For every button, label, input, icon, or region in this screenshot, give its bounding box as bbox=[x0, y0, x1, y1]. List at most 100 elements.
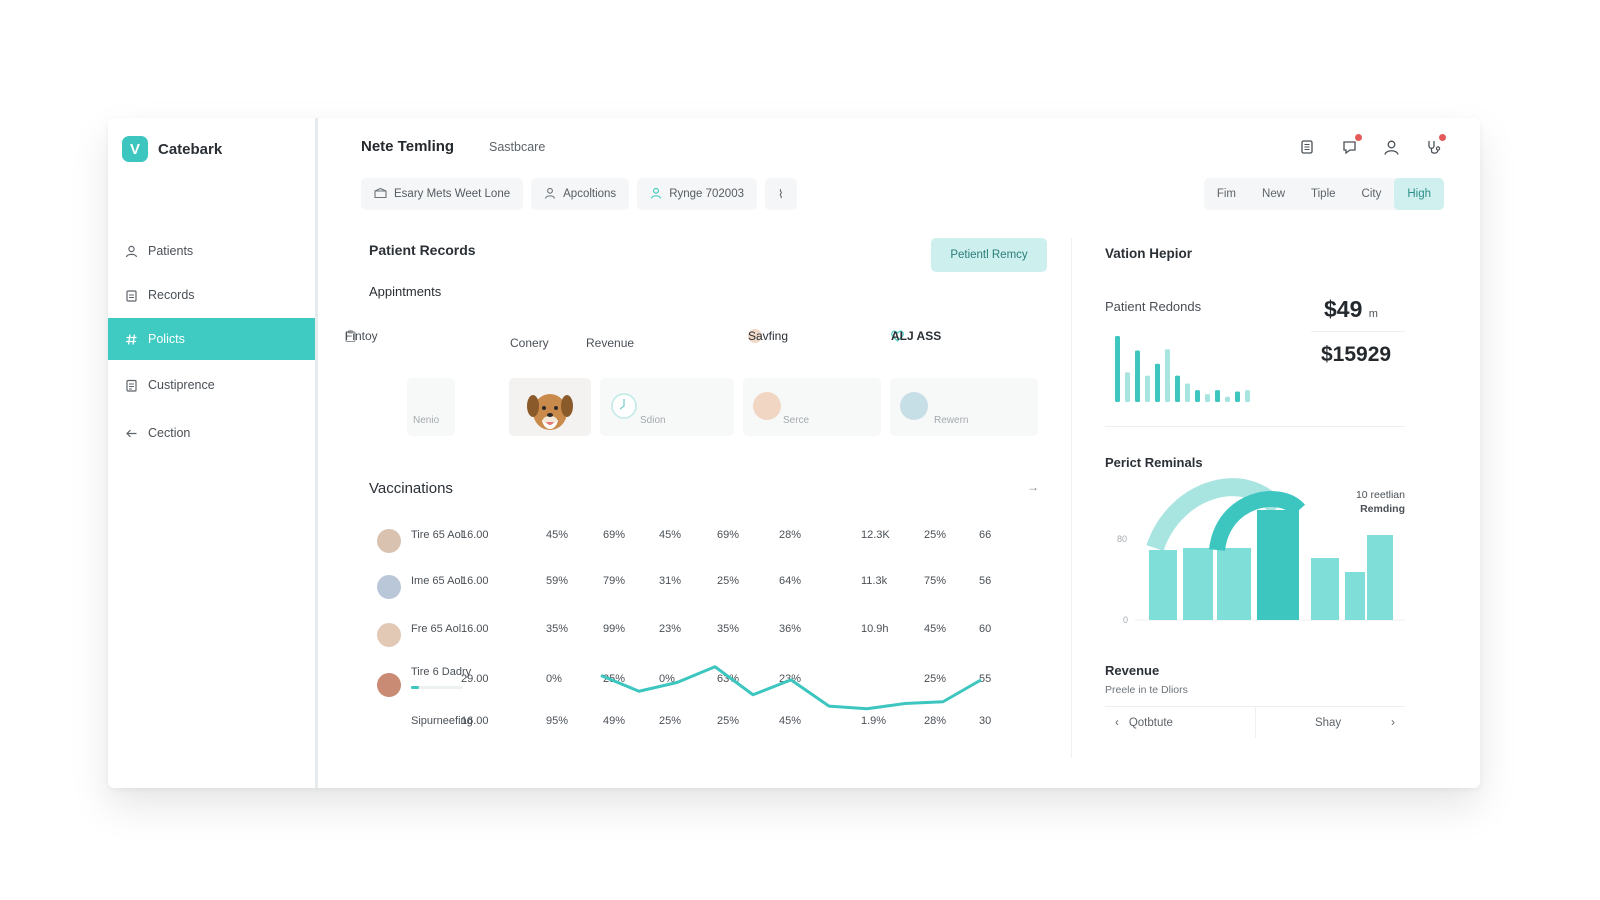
chip-esary[interactable]: Esary Mets Weet Lone bbox=[361, 178, 524, 210]
table-cell: 45% bbox=[546, 529, 569, 541]
table-cell: 75% bbox=[924, 575, 947, 587]
sidebar-item-custiprence[interactable]: Custiprence bbox=[108, 364, 315, 406]
divider bbox=[1071, 238, 1072, 758]
mini-bar bbox=[1185, 383, 1190, 402]
table-cell: 16.00 bbox=[461, 575, 489, 587]
avatar bbox=[377, 575, 401, 599]
logo[interactable]: V Catebark bbox=[122, 136, 222, 162]
patient-remcy-button[interactable]: Petientl Remcy bbox=[931, 238, 1047, 272]
app-name: Catebark bbox=[158, 140, 223, 158]
table-row[interactable]: Tire 65 Aol 16.00 45% 69% 45% 69% 28% 12.3K 25% 6… bbox=[369, 516, 1049, 556]
sidebar-item-policts[interactable]: Policts bbox=[108, 318, 315, 360]
vaccinations-more-arrow[interactable]: → bbox=[1027, 480, 1039, 494]
box-icon bbox=[374, 187, 387, 202]
sidebar-item-label: Policts bbox=[148, 332, 185, 346]
chevron-left-icon: ‹ bbox=[1115, 716, 1119, 729]
filter-label: Savfing bbox=[748, 329, 789, 343]
filter-chips: Esary Mets Weet Lone Apcoltions Rynge 70… bbox=[361, 178, 797, 210]
table-cell: 66 bbox=[979, 529, 992, 541]
y-tick-label: 80 bbox=[1117, 534, 1127, 544]
trend-line bbox=[600, 665, 982, 711]
avatar bbox=[377, 623, 401, 647]
table-cell: 45% bbox=[659, 529, 682, 541]
pager-next[interactable]: Shay › bbox=[1256, 707, 1406, 738]
progress-bar bbox=[411, 686, 463, 689]
mini-bar bbox=[1155, 363, 1160, 402]
filter-label: Fintoy bbox=[345, 329, 378, 343]
person-icon bbox=[124, 244, 138, 258]
mini-bar bbox=[1205, 394, 1210, 402]
mini-bar bbox=[1245, 390, 1250, 402]
filter-conery[interactable]: Conery bbox=[510, 336, 549, 350]
chip-label: Rynge 702003 bbox=[669, 188, 744, 200]
record-card[interactable]: Nenio bbox=[407, 378, 455, 436]
filter-revenue[interactable]: Revenue bbox=[586, 336, 634, 350]
sidebar-item-patients[interactable]: Patients bbox=[108, 230, 315, 272]
chip-rynge[interactable]: Rynge 702003 bbox=[637, 178, 757, 210]
sidebar-item-records[interactable]: Records bbox=[108, 274, 315, 316]
chart-bar bbox=[1311, 558, 1339, 620]
row-name: Fre 65 Aol bbox=[411, 623, 462, 635]
mini-bar bbox=[1235, 391, 1240, 402]
table-row[interactable]: Ime 65 Aol 16.00 59% 79% 31% 25% 64% 11.3k 75% 56 bbox=[369, 562, 1049, 602]
card-label: Sdion bbox=[640, 415, 666, 426]
page-title: Nete Temling bbox=[361, 138, 455, 155]
app-window: V Catebark Patients Records Policts Cust… bbox=[108, 118, 1480, 788]
table-cell: 16.00 bbox=[461, 529, 489, 541]
clipboard-icon bbox=[124, 288, 138, 302]
table-cell: 69% bbox=[603, 529, 626, 541]
table-row[interactable]: Fre 65 Aol 16.00 35% 99% 23% 35% 36% 10.9h 45% 60 bbox=[369, 610, 1049, 650]
dog-image bbox=[527, 394, 573, 430]
avatar bbox=[753, 392, 781, 420]
table-cell: 64% bbox=[779, 575, 802, 587]
patient-redonds-label: Patient Redonds bbox=[1105, 299, 1202, 314]
chip-label: Apcoltions bbox=[563, 188, 617, 200]
table-cell: 69% bbox=[717, 529, 740, 541]
table-cell: 35% bbox=[717, 623, 740, 635]
notification-dot bbox=[1439, 134, 1446, 141]
table-cell: 16.00 bbox=[461, 715, 489, 727]
chip-more[interactable]: ⌇ bbox=[765, 178, 797, 210]
sidebar-item-label: Cection bbox=[148, 426, 191, 440]
stat-value-secondary: $15929 bbox=[1321, 343, 1392, 366]
progress-fill bbox=[411, 686, 419, 689]
record-card[interactable]: Rewern bbox=[890, 378, 1038, 436]
table-cell: 79% bbox=[603, 575, 626, 587]
stethoscope-icon[interactable] bbox=[1422, 134, 1446, 158]
chart-bar bbox=[1367, 535, 1393, 620]
avatar bbox=[377, 673, 401, 697]
card-label: Nenio bbox=[413, 415, 440, 426]
table-cell: 45% bbox=[924, 623, 947, 635]
table-cell: 95% bbox=[546, 715, 569, 727]
pager: ‹ Qotbtute Shay › bbox=[1105, 706, 1405, 738]
table-cell: 35% bbox=[546, 623, 569, 635]
table-cell: 16.00 bbox=[461, 623, 489, 635]
arrow-left-icon bbox=[124, 426, 138, 440]
sidebar: V Catebark Patients Records Policts Cust… bbox=[108, 118, 318, 788]
page-subtitle: Sastbcare bbox=[489, 140, 546, 154]
card-label: Rewern bbox=[934, 415, 969, 426]
mini-bar bbox=[1145, 375, 1150, 402]
patient-records-title: Patient Records bbox=[369, 242, 476, 258]
chart-bar bbox=[1257, 510, 1299, 620]
chart-bar bbox=[1149, 550, 1177, 620]
table-cell: 11.3k bbox=[861, 575, 888, 587]
table-cell: 31% bbox=[659, 575, 682, 587]
chart-bar bbox=[1345, 572, 1365, 620]
sidebar-item-cection[interactable]: Cection bbox=[108, 412, 315, 454]
sidebar-item-label: Patients bbox=[148, 244, 194, 258]
table-cell: 28% bbox=[779, 529, 802, 541]
clock-icon bbox=[611, 393, 637, 419]
filter-label: ALJ ASS bbox=[891, 329, 942, 343]
table-cell: 25% bbox=[924, 529, 947, 541]
record-card[interactable]: Sdion bbox=[600, 378, 734, 436]
table-cell: 56 bbox=[979, 575, 992, 587]
chip-apcoltions[interactable]: Apcoltions bbox=[531, 178, 630, 210]
record-card-dog[interactable] bbox=[509, 378, 591, 436]
sidebar-nav: Patients Records Policts Custiprence Cec… bbox=[108, 230, 315, 456]
record-card[interactable]: Serce bbox=[743, 378, 881, 436]
pager-next-label: Shay bbox=[1314, 716, 1342, 729]
pager-prev[interactable]: ‹ Qotbtute bbox=[1105, 707, 1256, 738]
stat-value: $49 m bbox=[1324, 296, 1378, 323]
table-cell: 23% bbox=[659, 623, 682, 635]
